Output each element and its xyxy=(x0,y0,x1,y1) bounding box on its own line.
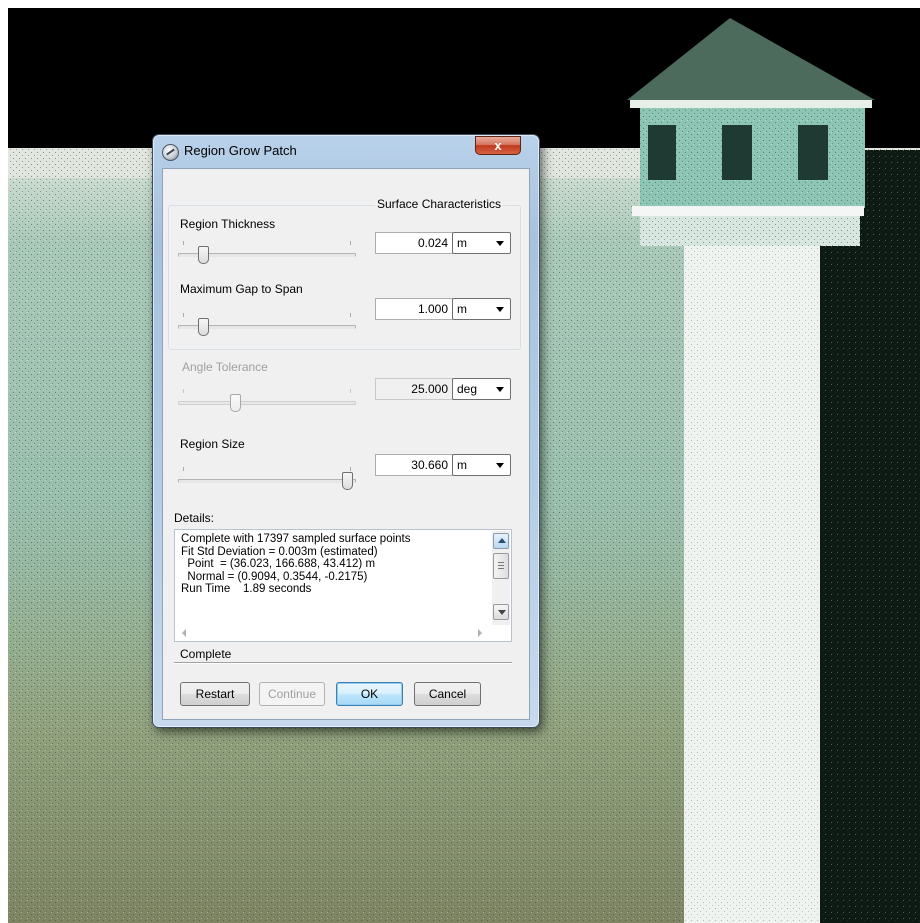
slider-tick xyxy=(183,389,184,393)
group-label: Surface Characteristics xyxy=(375,197,504,211)
grip-line xyxy=(498,562,504,563)
window-title: Region Grow Patch xyxy=(184,143,297,158)
scroll-left-icon[interactable] xyxy=(182,629,186,637)
region-thickness-unit-select[interactable]: m xyxy=(452,232,511,254)
status-divider xyxy=(174,662,512,664)
max-gap-input[interactable]: 1.000 xyxy=(375,298,453,320)
angle-tolerance-label: Angle Tolerance xyxy=(182,360,268,374)
scroll-down-icon xyxy=(498,610,506,615)
scroll-up-icon xyxy=(498,538,506,543)
scroll-up-button[interactable] xyxy=(493,533,509,549)
slider-tick xyxy=(350,241,351,245)
slider-tick xyxy=(183,467,184,471)
slider-tick xyxy=(350,389,351,393)
unit-value: m xyxy=(457,236,467,250)
angle-tolerance-slider[interactable] xyxy=(178,401,356,405)
details-line: Point = (36.023, 166.688, 43.412) m xyxy=(181,558,376,570)
unit-value: m xyxy=(457,302,467,316)
unit-value: m xyxy=(457,458,467,472)
unit-value: deg xyxy=(457,382,478,396)
details-line: Normal = (0.9094, 0.3544, -0.2175) xyxy=(181,570,368,583)
angle-tolerance-slider-thumb[interactable] xyxy=(230,394,241,412)
max-gap-unit-select[interactable]: m xyxy=(452,298,511,320)
region-size-slider-thumb[interactable] xyxy=(342,472,353,490)
scroll-right-icon[interactable] xyxy=(478,629,482,637)
chevron-down-icon xyxy=(496,387,504,392)
max-gap-slider-thumb[interactable] xyxy=(198,318,209,336)
grip-line xyxy=(498,568,504,569)
details-line: Fit Std Deviation = 0.003m (estimated) xyxy=(181,545,378,558)
close-button[interactable]: x xyxy=(475,136,521,155)
chevron-down-icon xyxy=(496,463,504,468)
restart-button[interactable]: Restart xyxy=(180,682,250,706)
scroll-down-button[interactable] xyxy=(493,604,509,620)
grip-line xyxy=(498,565,504,566)
title-bar[interactable]: Region Grow Patch x xyxy=(153,135,539,169)
slider-tick xyxy=(183,313,184,317)
region-thickness-input[interactable]: 0.024 xyxy=(375,232,453,254)
details-line: Complete with 17397 sampled surface poin… xyxy=(181,533,411,545)
continue-button[interactable]: Continue xyxy=(259,682,325,706)
region-grow-patch-dialog: Region Grow Patch x Surface Characterist… xyxy=(152,134,540,728)
angle-tolerance-unit-select[interactable]: deg xyxy=(452,378,511,400)
status-text: Complete xyxy=(180,647,232,661)
region-size-slider[interactable] xyxy=(178,479,356,483)
region-size-label: Region Size xyxy=(180,437,245,451)
dialog-body: Surface Characteristics Region Thickness… xyxy=(162,168,530,720)
chevron-down-icon xyxy=(496,307,504,312)
details-label: Details: xyxy=(174,511,215,525)
scroll-thumb[interactable] xyxy=(493,553,509,579)
vertical-scrollbar[interactable] xyxy=(492,531,510,625)
angle-tolerance-input[interactable]: 25.000 xyxy=(375,378,453,400)
app-icon xyxy=(162,144,179,161)
region-size-unit-select[interactable]: m xyxy=(452,454,511,476)
ok-button[interactable]: OK xyxy=(336,682,403,706)
region-thickness-label: Region Thickness xyxy=(180,217,276,231)
details-textbox[interactable]: Complete with 17397 sampled surface poin… xyxy=(174,529,512,642)
slider-tick xyxy=(183,241,184,245)
cancel-button[interactable]: Cancel xyxy=(414,682,481,706)
details-text: Complete with 17397 sampled surface poin… xyxy=(181,533,411,596)
close-icon: x xyxy=(494,138,502,153)
max-gap-label: Maximum Gap to Span xyxy=(180,282,303,296)
region-size-input[interactable]: 30.660 xyxy=(375,454,453,476)
horizontal-scrollbar[interactable] xyxy=(176,625,492,641)
slider-tick xyxy=(350,313,351,317)
region-thickness-slider-thumb[interactable] xyxy=(198,246,209,264)
slider-tick xyxy=(350,467,351,471)
chevron-down-icon xyxy=(496,241,504,246)
details-line: Run Time 1.89 seconds xyxy=(181,583,312,595)
